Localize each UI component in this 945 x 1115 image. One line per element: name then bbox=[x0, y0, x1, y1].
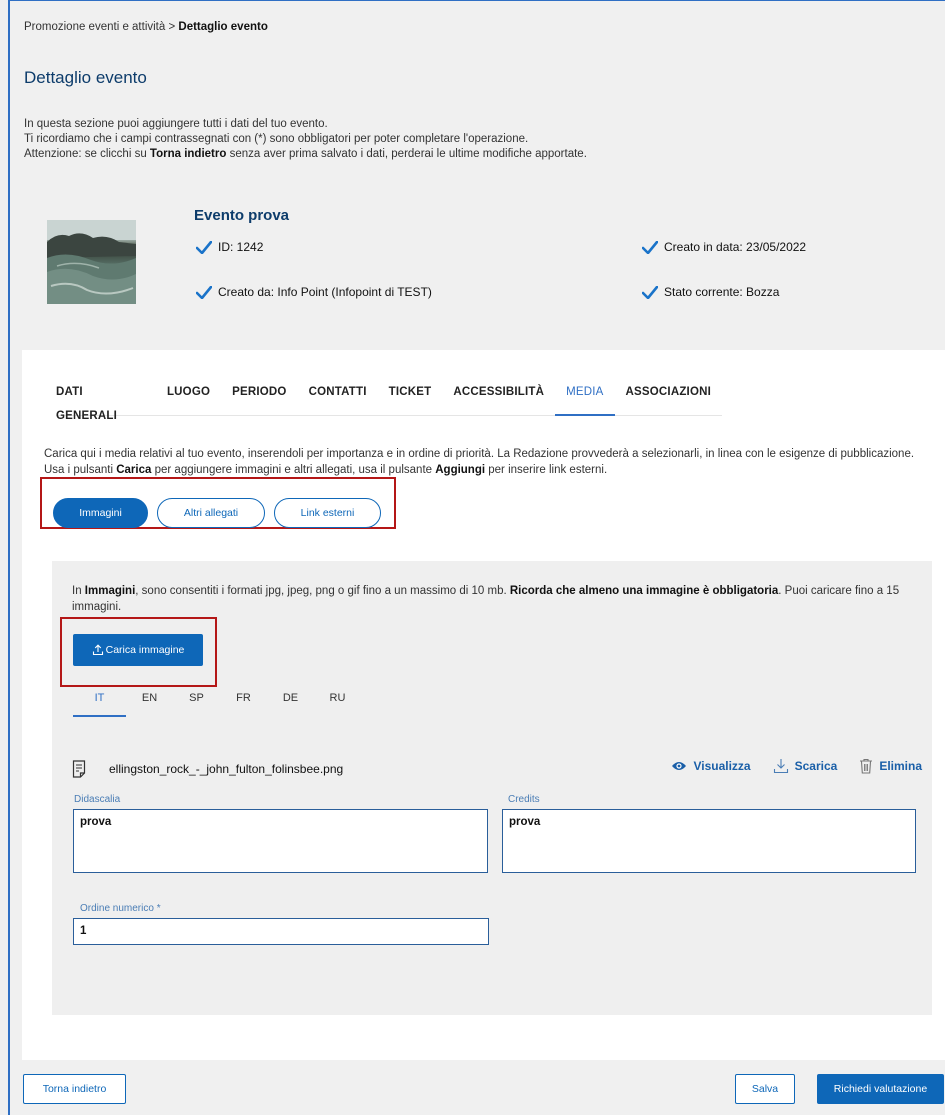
tab-ticket[interactable]: TICKET bbox=[378, 380, 443, 415]
tab-contatti[interactable]: CONTATTI bbox=[298, 380, 378, 415]
delete-button[interactable]: Elimina bbox=[859, 758, 922, 774]
upload-image-button[interactable]: Carica immagine bbox=[73, 634, 203, 666]
check-icon bbox=[642, 240, 658, 254]
credits-label: Credits bbox=[508, 794, 540, 805]
check-icon bbox=[642, 285, 658, 299]
breadcrumb: Promozione eventi e attività > Dettaglio… bbox=[24, 21, 268, 33]
images-description: In Immagini, sono consentiti i formati j… bbox=[72, 585, 900, 613]
view-button[interactable]: Visualizza bbox=[671, 759, 751, 773]
lang-tab-en[interactable]: EN bbox=[126, 689, 173, 717]
tab-associazioni[interactable]: ASSOCIAZIONI bbox=[615, 380, 722, 415]
lang-tab-ru[interactable]: RU bbox=[314, 689, 361, 717]
breadcrumb-parent[interactable]: Promozione eventi e attività bbox=[24, 21, 165, 33]
event-id: ID: 1242 bbox=[196, 240, 263, 254]
back-button[interactable]: Torna indietro bbox=[23, 1074, 126, 1104]
caption-label: Didascalia bbox=[74, 794, 121, 805]
request-evaluation-button[interactable]: Richiedi valutazione bbox=[817, 1074, 944, 1104]
file-actions: Visualizza Scarica Elimina bbox=[671, 758, 922, 774]
media-card: DATI GENERALI LUOGO PERIODO CONTATTI TIC… bbox=[22, 350, 945, 1060]
media-type-immagini[interactable]: Immagini bbox=[53, 498, 148, 528]
lang-tab-de[interactable]: DE bbox=[267, 689, 314, 717]
tab-periodo[interactable]: PERIODO bbox=[221, 380, 297, 415]
intro-text: In questa sezione puoi aggiungere tutti … bbox=[24, 117, 587, 162]
delete-label: Elimina bbox=[879, 759, 922, 773]
event-created-date-label: Creato in data: 23/05/2022 bbox=[664, 240, 807, 254]
view-label: Visualizza bbox=[693, 759, 751, 773]
file-row: ellingston_rock_-_john_fulton_folinsbee.… bbox=[72, 758, 922, 780]
event-created-by-label: Creato da: Info Point (Infopoint di TEST… bbox=[218, 285, 432, 299]
media-description: Carica qui i media relativi al tuo event… bbox=[44, 448, 915, 476]
event-thumbnail bbox=[47, 220, 136, 304]
eye-icon bbox=[672, 762, 687, 770]
upload-image-label: Carica immagine bbox=[105, 644, 185, 656]
tab-luogo[interactable]: LUOGO bbox=[156, 380, 221, 415]
page-title: Dettaglio evento bbox=[24, 68, 147, 87]
intro-line-2: Ti ricordiamo che i campi contrassegnati… bbox=[24, 133, 529, 145]
images-panel: In Immagini, sono consentiti i formati j… bbox=[52, 561, 932, 1015]
breadcrumb-separator: > bbox=[165, 21, 179, 33]
section-tabs: DATI GENERALI LUOGO PERIODO CONTATTI TIC… bbox=[56, 380, 722, 422]
intro-line-1: In questa sezione puoi aggiungere tutti … bbox=[24, 118, 328, 130]
check-icon bbox=[196, 285, 212, 299]
order-label: Ordine numerico * bbox=[80, 903, 161, 914]
trash-icon bbox=[860, 758, 873, 774]
event-status: Stato corrente: Bozza bbox=[642, 285, 779, 299]
document-icon bbox=[72, 760, 86, 778]
event-id-label: ID: 1242 bbox=[218, 240, 264, 254]
tab-dati-generali[interactable]: DATI GENERALI bbox=[56, 380, 156, 422]
save-button[interactable]: Salva bbox=[735, 1074, 795, 1104]
caption-field[interactable]: prova bbox=[73, 809, 488, 873]
page-frame: Promozione eventi e attività > Dettaglio… bbox=[8, 0, 945, 1115]
download-button[interactable]: Scarica bbox=[773, 758, 838, 774]
download-label: Scarica bbox=[794, 759, 838, 773]
order-field[interactable]: 1 bbox=[73, 918, 489, 945]
event-created-by: Creato da: Info Point (Infopoint di TEST… bbox=[196, 285, 432, 299]
download-icon bbox=[773, 759, 788, 774]
lang-tab-sp[interactable]: SP bbox=[173, 689, 220, 717]
language-tabs: IT EN SP FR DE RU bbox=[73, 689, 361, 717]
media-type-altri-allegati[interactable]: Altri allegati bbox=[157, 498, 265, 528]
credits-field[interactable]: prova bbox=[502, 809, 916, 873]
event-created-date: Creato in data: 23/05/2022 bbox=[642, 240, 806, 254]
check-icon bbox=[196, 240, 212, 254]
breadcrumb-current: Dettaglio evento bbox=[178, 21, 268, 33]
event-status-label: Stato corrente: Bozza bbox=[664, 285, 780, 299]
lang-tab-it[interactable]: IT bbox=[73, 689, 126, 717]
lang-tab-fr[interactable]: FR bbox=[220, 689, 267, 717]
media-type-highlight: Immagini Altri allegati Link esterni bbox=[40, 477, 396, 529]
tab-accessibilita[interactable]: ACCESSIBILITÀ bbox=[442, 380, 555, 415]
event-title: Evento prova bbox=[194, 207, 290, 224]
intro-line-3: Attenzione: se clicchi su Torna indietro… bbox=[24, 148, 587, 160]
tab-media[interactable]: MEDIA bbox=[555, 380, 615, 416]
media-type-link-esterni[interactable]: Link esterni bbox=[274, 498, 381, 528]
file-name: ellingston_rock_-_john_fulton_folinsbee.… bbox=[109, 762, 344, 776]
upload-icon bbox=[92, 644, 103, 656]
